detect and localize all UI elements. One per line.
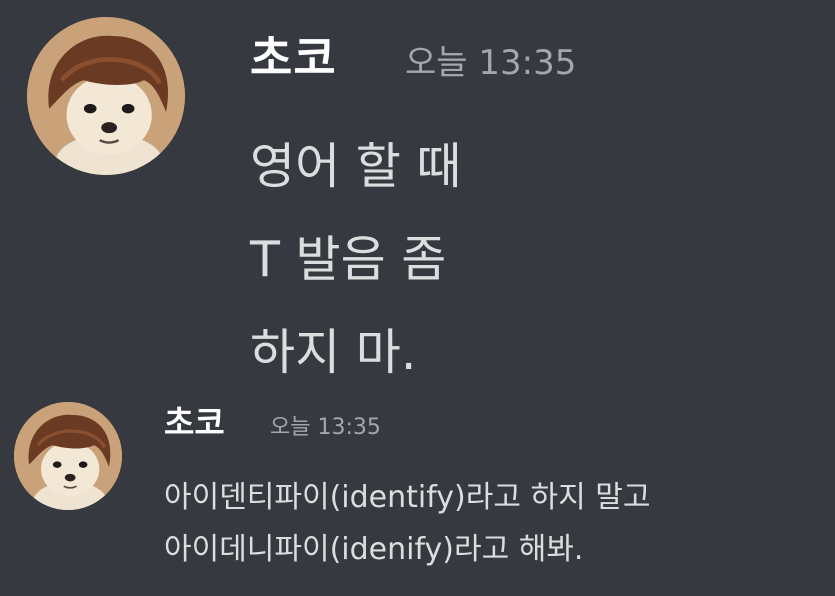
message-username[interactable]: 초코 <box>250 22 337 88</box>
chat-message: 초코 오늘 13:35 영어 할 때 T 발음 좀 하지 마. <box>0 0 835 390</box>
avatar[interactable] <box>27 17 185 175</box>
dog-with-wig-icon <box>27 17 185 175</box>
message-line: 영어 할 때 <box>250 138 462 195</box>
message-line: 하지 마. <box>250 324 417 381</box>
message-timestamp: 오늘 13:35 <box>270 415 381 440</box>
message-line: 아이데니파이(idenify)라고 해봐. <box>164 532 584 567</box>
avatar[interactable] <box>14 402 122 510</box>
dog-with-wig-icon <box>14 402 122 510</box>
message-content: 영어 할 때 T 발음 좀 하지 마. <box>250 120 461 399</box>
chat-message: 초코 오늘 13:35 아이덴티파이(identify)라고 하지 말고 아이데… <box>0 390 835 596</box>
message-timestamp: 오늘 13:35 <box>405 43 577 83</box>
message-username[interactable]: 초코 <box>164 396 225 444</box>
message-line: 아이덴티파이(identify)라고 하지 말고 <box>164 480 651 515</box>
message-line: T 발음 좀 <box>250 231 447 288</box>
message-content: 아이덴티파이(identify)라고 하지 말고 아이데니파이(idenify)… <box>164 472 650 576</box>
